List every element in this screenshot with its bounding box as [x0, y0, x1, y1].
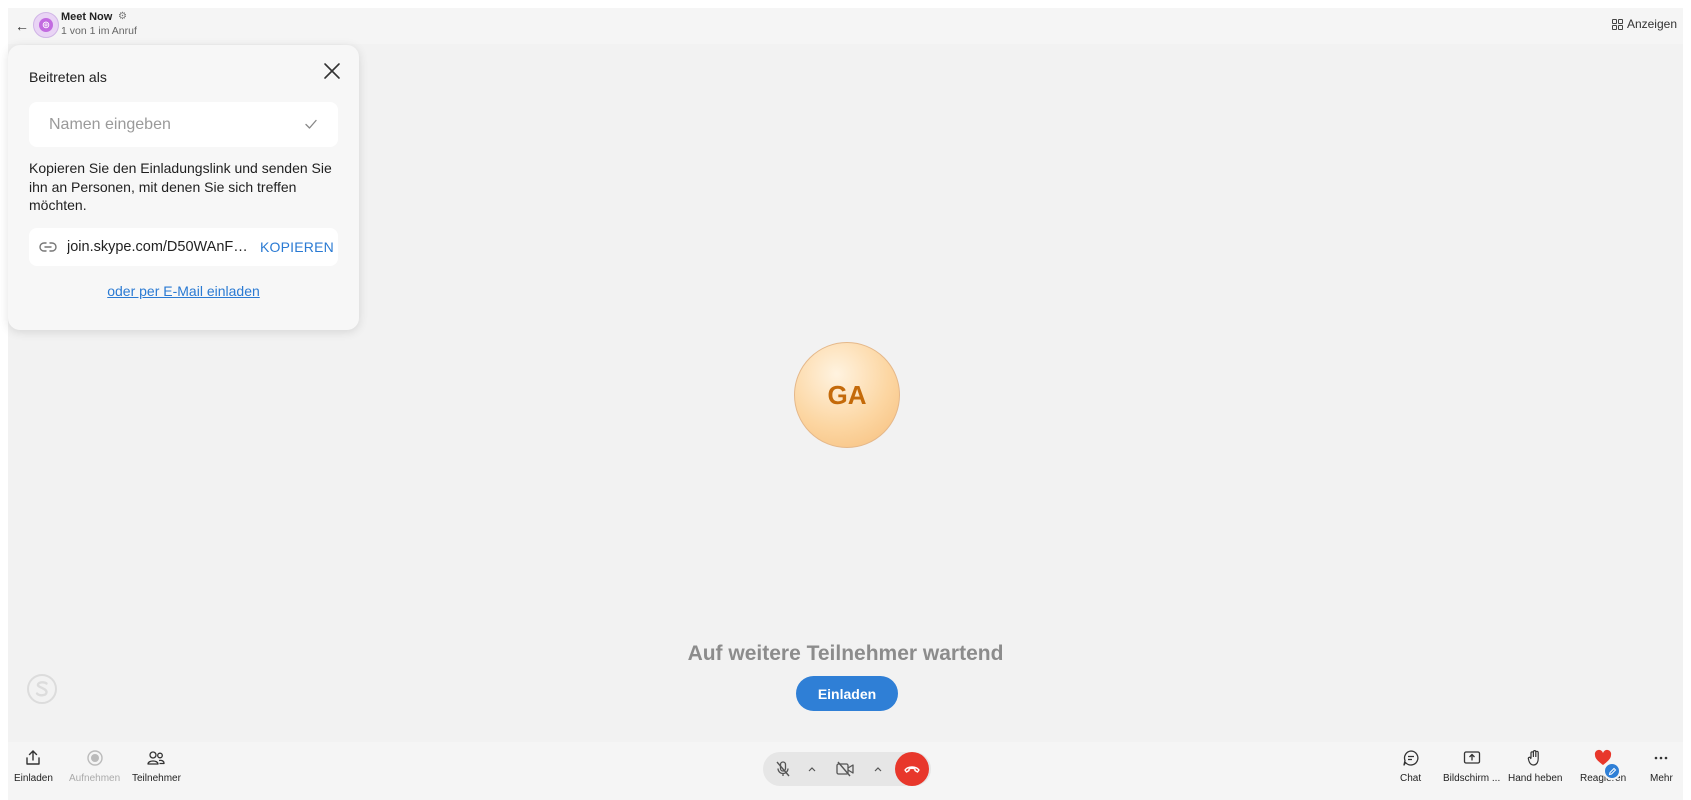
record-icon [86, 750, 103, 766]
microphone-muted-icon [776, 761, 790, 777]
grid-view-icon [1611, 18, 1623, 30]
invite-button[interactable]: Einladen [796, 676, 898, 711]
check-icon[interactable] [303, 116, 319, 132]
more-button[interactable]: Mehr [1650, 748, 1673, 784]
invite-link-text[interactable]: join.skype.com/D50WAnF… [67, 239, 247, 255]
camera-options-button[interactable] [867, 752, 889, 786]
chat-button[interactable]: Chat [1400, 748, 1421, 784]
back-arrow-icon[interactable]: ← [12, 16, 32, 36]
chat-icon [1402, 750, 1419, 766]
bottom-toolbar: Einladen Aufnehmen Teilnehmer Chat Bilds… [8, 742, 1683, 800]
link-icon [39, 242, 57, 252]
meet-now-icon: ◎ [33, 12, 59, 38]
app-window: ← ◎ Meet Now ⚙ 1 von 1 im Anruf Anzeigen… [8, 8, 1683, 800]
avatar-initials: GA [827, 379, 867, 410]
screen-share-label: Bildschirm ... [1443, 773, 1501, 784]
waiting-message: Auf weitere Teilnehmer wartend [687, 642, 1004, 665]
participants-button[interactable]: Teilnehmer [132, 748, 181, 784]
screen-share-button[interactable]: Bildschirm ... [1443, 748, 1500, 784]
raise-hand-label: Hand heben [1508, 773, 1563, 784]
camera-toggle-button[interactable] [825, 752, 865, 786]
participants-icon [147, 751, 166, 765]
name-input[interactable] [29, 102, 299, 147]
chevron-up-icon [808, 767, 816, 772]
raise-hand-icon [1527, 750, 1540, 766]
copy-link-button[interactable]: KOPIEREN [260, 239, 334, 255]
phone-hangup-icon [904, 766, 920, 773]
chat-label: Chat [1400, 773, 1422, 784]
participant-count: 1 von 1 im Anruf [61, 25, 137, 37]
camera-off-icon [836, 761, 854, 777]
microphone-options-button[interactable] [801, 752, 823, 786]
invite-tool-button[interactable]: Einladen [14, 748, 53, 784]
screen-share-icon [1463, 751, 1480, 764]
hang-up-button[interactable] [895, 752, 929, 786]
share-icon [26, 750, 41, 765]
chevron-up-icon [874, 767, 882, 772]
panel-title: Beitreten als [29, 69, 107, 85]
meeting-title: Meet Now [61, 11, 113, 23]
view-button-label: Anzeigen [1626, 17, 1677, 31]
top-bar: ← ◎ Meet Now ⚙ 1 von 1 im Anruf Anzeigen [8, 8, 1683, 44]
email-invite-link[interactable]: oder per E-Mail einladen [8, 283, 359, 299]
name-field [29, 102, 338, 147]
more-label: Mehr [1650, 773, 1673, 784]
close-icon[interactable] [320, 59, 344, 83]
view-button[interactable]: Anzeigen [1611, 17, 1677, 31]
invite-panel: Beitreten als Kopieren Sie den Einladung… [8, 45, 359, 330]
record-button[interactable]: Aufnehmen [69, 748, 120, 784]
invite-link-row: join.skype.com/D50WAnF… KOPIEREN [29, 228, 338, 266]
avatar: GA [794, 342, 900, 448]
raise-hand-button[interactable]: Hand heben [1508, 748, 1563, 784]
pencil-icon [1603, 762, 1621, 780]
invite-description: Kopieren Sie den Einladungslink und send… [29, 160, 332, 213]
participants-label: Teilnehmer [132, 773, 181, 784]
skype-logo-icon [27, 674, 57, 704]
gear-icon[interactable]: ⚙ [118, 11, 127, 22]
record-label: Aufnehmen [69, 773, 121, 784]
more-icon [1655, 756, 1668, 760]
mute-microphone-button[interactable] [767, 752, 799, 786]
invite-tool-label: Einladen [14, 773, 53, 784]
